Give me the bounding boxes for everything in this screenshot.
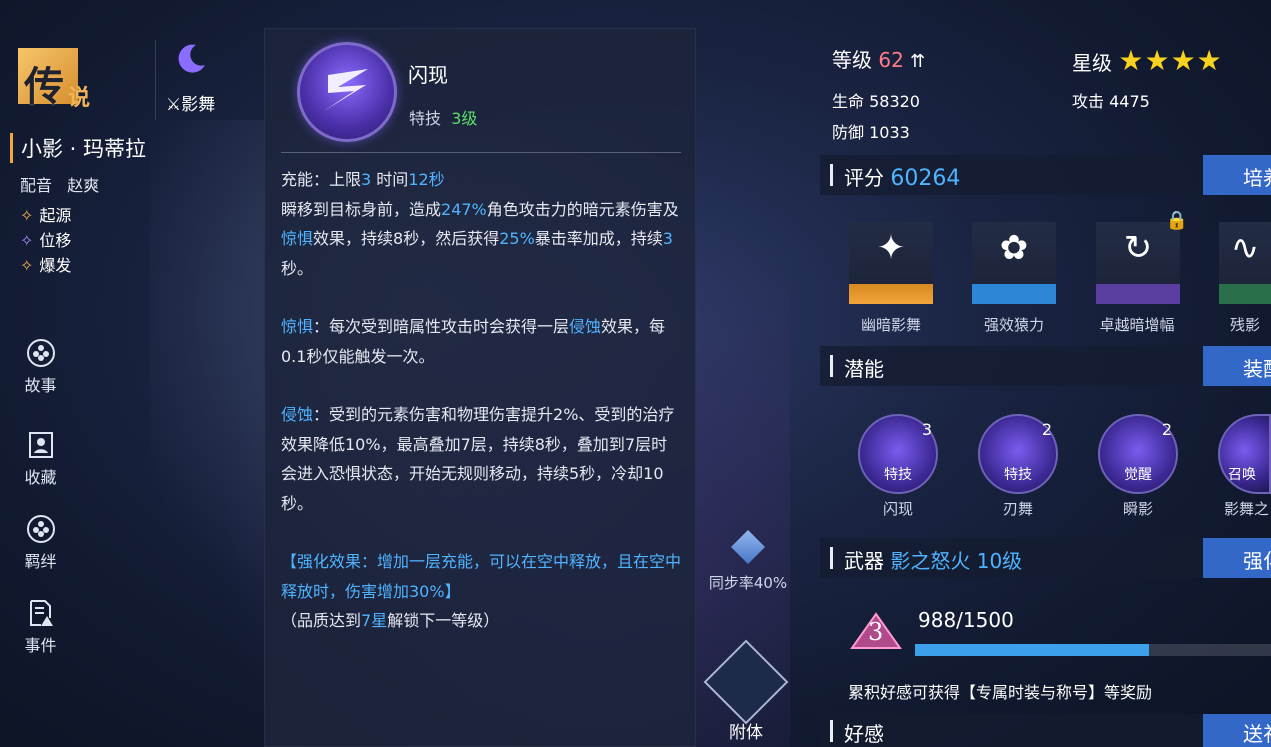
defense: 防御 1033	[832, 123, 910, 142]
paw-icon: ✿	[999, 228, 1029, 268]
swirl-icon: ∿	[1230, 228, 1260, 268]
lock-icon: 🔒	[1165, 210, 1188, 231]
level: 等级 62 ⇈	[832, 48, 926, 72]
charge-line: 充能：上限3 时间12秒	[281, 170, 445, 189]
tag-origin: ✧ 起源	[20, 206, 72, 225]
element-badge: ⚔影舞	[155, 40, 235, 120]
hp: 生命 58320	[832, 92, 920, 111]
role-tags: ✧ 起源 ✧ 位移 ✧ 爆发	[20, 203, 71, 278]
equip-button[interactable]: 装配	[1203, 346, 1271, 386]
affinity-note: 累积好感可获得【专属时装与称号】等奖励	[848, 683, 1153, 702]
potential-header: 潜能 装配	[820, 346, 1271, 386]
stars-icon: ★★★★	[1118, 44, 1223, 77]
moon-icon	[178, 44, 205, 73]
tag-burst: ✧ 爆发	[20, 256, 72, 275]
character-name: 小影 · 玛蒂拉	[10, 133, 146, 163]
card-label: 强效猿力	[983, 316, 1044, 334]
tag-mobility: ✧ 位移	[20, 231, 72, 250]
skill-description: 充能：上限3 时间12秒 瞬移到目标身前，造成247%角色攻击力的暗元素伤害及惊…	[281, 165, 681, 636]
nav-story[interactable]: 故事	[18, 338, 63, 396]
rarity-badge: 传 说	[10, 40, 125, 112]
gift-button[interactable]: 送礼	[1203, 714, 1271, 747]
potential-label: 刃舞	[1002, 500, 1033, 518]
nav-bond[interactable]: 羁绊	[18, 514, 63, 572]
fear-effect: 惊惧：每次受到暗属性攻击时会获得一层侵蚀效果，每0.1秒仅能触发一次。	[281, 317, 666, 366]
potential-flash[interactable]: 3 特技	[858, 414, 938, 494]
card-label: 幽暗影舞	[860, 316, 921, 334]
arrow-cycle-icon: ↻	[1123, 228, 1153, 268]
enhance-button[interactable]: 强化	[1203, 538, 1271, 578]
flower-icon	[26, 515, 55, 543]
affinity-rank-badge: 3	[848, 610, 904, 652]
flash-skill-icon	[297, 42, 397, 142]
favor-header: 好感 送礼	[820, 714, 1271, 747]
diamond-icon: ✧	[20, 206, 34, 225]
skill-detail-panel: 闪现 特技 3级 充能：上限3 时间12秒 瞬移到目标身前，造成247%角色攻击…	[264, 28, 696, 747]
weapon-header: 武器 影之怒火 10级 强化	[820, 538, 1271, 578]
attack: 攻击 4475	[1072, 92, 1150, 111]
dagger-icon: ⚔	[166, 95, 182, 115]
portrait-icon	[28, 432, 53, 458]
flower-icon	[26, 339, 55, 367]
card-label: 残影	[1230, 316, 1261, 334]
voice-actor: 配音 赵爽	[20, 176, 100, 195]
card-dark-amp[interactable]: ↻ 🔒	[1096, 210, 1188, 304]
diamond-icon: ✧	[20, 256, 34, 275]
attach-button[interactable]: 附体	[703, 639, 789, 743]
unlock-hint: （品质达到7星解锁下一等级）	[281, 611, 500, 630]
diamond-icon: ✧	[20, 231, 34, 250]
train-button[interactable]: 培养	[1203, 155, 1271, 195]
diamond-person-icon	[703, 639, 789, 725]
enhance-effect: 【强化效果：增加一层充能，可以在空中释放，且在空中释放时，伤害增加30%】	[281, 552, 682, 601]
gem-icon	[731, 530, 765, 564]
main-effect: 瞬移到目标身前，造成247%角色攻击力的暗元素伤害及惊惧效果，持续8秒，然后获得…	[281, 199, 679, 278]
card-afterimage[interactable]: ∿	[1219, 222, 1271, 304]
document-warning-icon	[29, 600, 53, 626]
affinity-progress: 988/1500	[918, 608, 1014, 632]
level-up-icon: ⇈	[910, 51, 926, 72]
card-label: 卓越暗增幅	[1099, 316, 1175, 334]
affinity-bar	[915, 644, 1271, 656]
stats-block: 等级 62 ⇈ 星级 ★★★★ 生命 58320 攻击 4475 防御 1033	[832, 44, 1271, 154]
element-label: 影舞	[181, 95, 216, 115]
skill-name: 闪现	[408, 63, 448, 87]
potential-label: 闪现	[882, 500, 913, 518]
potential-shadow-step[interactable]: 2 觉醒	[1098, 414, 1178, 494]
erosion-effect: 侵蚀：受到的元素伤害和物理伤害提升2%、受到的治疗效果降低10%，最高叠加7层，…	[281, 405, 675, 513]
card-ape-power[interactable]: ✿	[972, 222, 1056, 304]
potential-label: 瞬影	[1122, 500, 1153, 518]
sync-rate[interactable]: 同步率40%	[698, 530, 798, 593]
triangle-blades-icon: ✦	[876, 228, 906, 268]
nav-events[interactable]: 事件	[18, 598, 63, 656]
score-header: 评分 60264 培养	[820, 155, 1271, 195]
card-dark-dance[interactable]: ✦	[849, 222, 933, 304]
potential-summon[interactable]: 召唤	[1218, 414, 1271, 494]
nav-collection[interactable]: 收藏	[18, 430, 63, 488]
skill-type: 特技 3级	[409, 109, 478, 128]
star-rating: 星级 ★★★★	[1072, 44, 1223, 77]
potential-blade-dance[interactable]: 2 特技	[978, 414, 1058, 494]
potential-label: 影舞之	[1224, 500, 1270, 518]
